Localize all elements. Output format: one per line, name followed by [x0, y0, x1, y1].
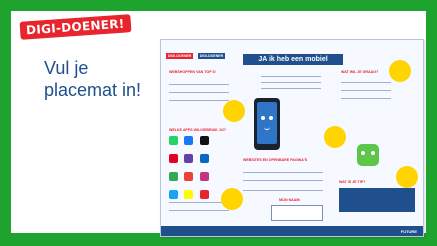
form-line	[243, 180, 323, 181]
tip-bubble	[389, 60, 411, 82]
future-logo: FUTURE	[400, 229, 417, 234]
apps-heading: WELKE APPS WIL/GEBRUIK JIJ?	[169, 128, 226, 132]
form-line	[341, 90, 391, 91]
mouth-icon	[264, 126, 270, 130]
tip-box	[339, 188, 415, 212]
right-bottom-heading: WAT IS JE TIP?	[339, 180, 366, 184]
placemat-badges: DIGI-DOENER DIGI-DOENER	[166, 44, 226, 59]
tip-bubble	[396, 166, 418, 188]
form-line	[341, 82, 391, 83]
tiktok-icon	[199, 136, 209, 145]
badge-red: DIGI-DOENER	[166, 53, 194, 59]
eye-icon	[261, 116, 265, 120]
facebook-icon	[184, 136, 194, 145]
write-line	[169, 92, 229, 93]
badge-blue: DIGI-DOENER	[197, 53, 226, 59]
snapchat-icon	[184, 190, 194, 199]
form-line	[243, 190, 323, 191]
app-icons	[169, 136, 223, 208]
placemat-preview: DIGI-DOENER DIGI-DOENER JA ik heb een mo…	[160, 39, 424, 237]
form-line	[261, 82, 321, 83]
linkedin-icon	[199, 154, 209, 163]
placemat-title: JA ik heb een mobiel	[243, 54, 343, 65]
middle-heading: WEBSITES EN OPENBARE PAGINA'S	[243, 158, 308, 162]
digi-doener-tag: DIGI-DOENER!	[19, 14, 132, 40]
eye-icon	[269, 116, 273, 120]
name-field	[271, 205, 323, 221]
netflix-icon	[199, 190, 209, 199]
right-top-heading: WAT WIL JE GRAAG?	[341, 70, 379, 74]
content-panel: DIGI-DOENER! Vul je placemat in! DIGI-DO…	[11, 11, 426, 237]
form-line	[341, 98, 391, 99]
twitch-icon	[184, 154, 194, 163]
left-top-heading: WEBSHOPPEN VAN TOP 3!	[169, 70, 216, 74]
form-line	[261, 88, 321, 89]
whatsapp-icon	[169, 136, 178, 145]
write-line	[169, 84, 229, 85]
write-line	[169, 100, 229, 101]
tip-bubble	[221, 188, 243, 210]
write-line	[169, 210, 229, 211]
form-line	[243, 172, 323, 173]
name-heading: MIJN NAAM:	[279, 198, 301, 202]
pinterest-icon	[169, 154, 178, 163]
tip-bubble	[324, 126, 346, 148]
instagram-icon	[199, 172, 209, 181]
instruction-text: Vul je placemat in!	[44, 58, 142, 100]
youtube-icon	[184, 172, 194, 181]
phone-screen	[257, 102, 277, 144]
phone-mascot	[254, 98, 280, 150]
write-line	[169, 202, 229, 203]
maps-icon	[169, 172, 178, 181]
form-line	[261, 76, 321, 77]
tip-bubble	[223, 100, 245, 122]
green-mascot	[357, 144, 379, 166]
twitter-icon	[169, 190, 178, 199]
placemat-footer: FUTURE	[161, 226, 423, 236]
